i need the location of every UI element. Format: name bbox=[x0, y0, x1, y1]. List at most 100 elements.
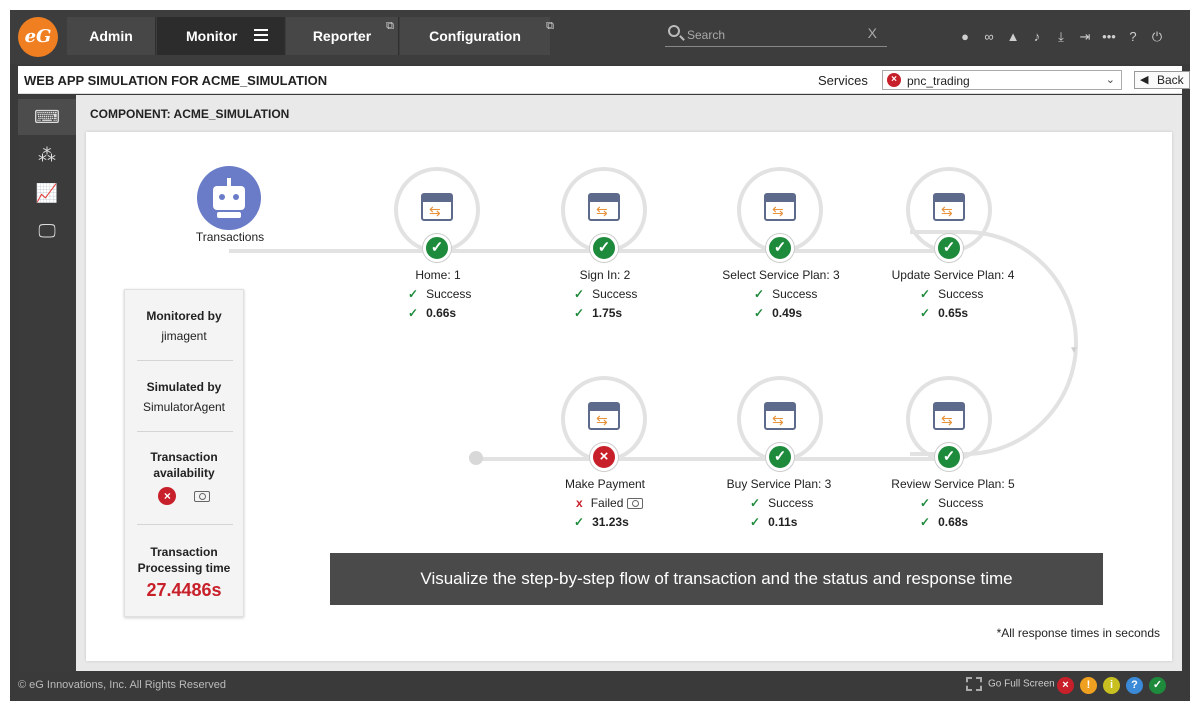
power-icon[interactable]: ⏻ bbox=[1147, 27, 1167, 47]
transaction-monitor-icon[interactable]: ⌨ bbox=[18, 99, 76, 135]
back-button-label: Back bbox=[1157, 73, 1184, 87]
step-status: ✓ Success bbox=[574, 287, 638, 301]
bell-icon[interactable]: ♪ bbox=[1027, 27, 1047, 47]
success-icon[interactable]: ✓ bbox=[935, 443, 963, 471]
help-icon[interactable]: ? bbox=[1123, 27, 1143, 47]
topology-icon[interactable]: ⁂ bbox=[18, 137, 76, 173]
transactions-label: Transactions bbox=[195, 230, 265, 244]
more-icon[interactable]: ••• bbox=[1099, 27, 1119, 47]
transaction-processing-time: Transaction Processing time 27.4486s bbox=[133, 544, 235, 600]
check-icon: ✓ bbox=[754, 306, 765, 320]
search-input[interactable] bbox=[687, 26, 857, 44]
external-link-icon: ⧉ bbox=[386, 20, 394, 32]
page-header: WEB APP SIMULATION FOR ACME_SIMULATION S… bbox=[18, 66, 1190, 94]
check-icon: ✓ bbox=[574, 515, 585, 529]
web-app-icon: ⇆ bbox=[933, 193, 965, 221]
check-icon: ✓ bbox=[574, 287, 585, 301]
chart-icon[interactable]: 📈 bbox=[18, 175, 76, 211]
sign-in-icon[interactable]: ⇥ bbox=[1075, 27, 1095, 47]
success-icon[interactable]: ✓ bbox=[590, 234, 618, 262]
step-name[interactable]: Update Service Plan: 4 bbox=[878, 268, 1028, 282]
minor-alert-icon[interactable]: i bbox=[1103, 677, 1120, 694]
tab-admin[interactable]: Admin bbox=[67, 17, 156, 55]
step-time: ✓ 0.68s bbox=[920, 515, 969, 529]
check-icon: ✓ bbox=[750, 515, 761, 529]
tab-configuration[interactable]: Configuration ⧉ bbox=[400, 17, 554, 55]
tab-reporter-label: Reporter bbox=[312, 28, 372, 44]
normal-status-icon[interactable]: ✓ bbox=[1149, 677, 1166, 694]
step-status: ✓ Success bbox=[754, 287, 818, 301]
step-name[interactable]: Sign In: 2 bbox=[530, 268, 680, 282]
check-icon: ✓ bbox=[920, 287, 931, 301]
step-status: ✓ Success bbox=[920, 287, 984, 301]
footnote: *All response times in seconds bbox=[996, 626, 1160, 640]
services-select[interactable]: × pnc_trading ⌄ bbox=[882, 70, 1122, 90]
web-app-icon: ⇆ bbox=[588, 193, 620, 221]
check-icon: ✓ bbox=[920, 306, 931, 320]
monitor-screen-icon[interactable]: 🖵 bbox=[18, 213, 76, 249]
critical-alert-icon[interactable]: × bbox=[1057, 677, 1074, 694]
success-icon[interactable]: ✓ bbox=[766, 234, 794, 262]
tab-reporter[interactable]: Reporter ⧉ bbox=[286, 17, 399, 55]
check-icon: ✓ bbox=[754, 287, 765, 301]
back-button[interactable]: ◀ Back bbox=[1134, 71, 1190, 89]
footer-bar: © eG Innovations, Inc. All Rights Reserv… bbox=[10, 671, 1190, 701]
step-time: ✓ 0.49s bbox=[754, 306, 803, 320]
component-label: COMPONENT: ACME_SIMULATION bbox=[90, 107, 290, 121]
web-app-icon: ⇆ bbox=[764, 402, 796, 430]
selected-service: pnc_trading bbox=[907, 74, 970, 88]
search-box: X bbox=[665, 23, 887, 47]
tab-monitor-label: Monitor bbox=[186, 28, 238, 44]
service-error-icon: × bbox=[887, 73, 901, 87]
unknown-alert-icon[interactable]: ? bbox=[1126, 677, 1143, 694]
alert-triangle-icon[interactable]: ▲ bbox=[1003, 27, 1023, 47]
top-navigation-bar: eG Admin Monitor Reporter ⧉ Configuratio… bbox=[10, 10, 1190, 64]
tab-admin-label: Admin bbox=[89, 28, 133, 44]
step-time: ✓ 1.75s bbox=[574, 306, 623, 320]
download-icon[interactable]: ⤓ bbox=[1051, 27, 1071, 47]
step-name[interactable]: Make Payment bbox=[530, 477, 680, 491]
web-app-icon: ⇆ bbox=[933, 402, 965, 430]
success-icon[interactable]: ✓ bbox=[423, 234, 451, 262]
web-app-icon: ⇆ bbox=[421, 193, 453, 221]
step-name[interactable]: Review Service Plan: 5 bbox=[878, 477, 1028, 491]
step-name[interactable]: Buy Service Plan: 3 bbox=[704, 477, 854, 491]
step-name[interactable]: Select Service Plan: 3 bbox=[706, 268, 856, 282]
caption-banner: Visualize the step-by-step flow of trans… bbox=[330, 553, 1103, 605]
processing-time-value: 27.4486s bbox=[146, 580, 222, 600]
step-time: ✓ 0.66s bbox=[408, 306, 457, 320]
flow-arrow-icon: ▼ bbox=[1069, 345, 1079, 356]
user-icon[interactable]: ● bbox=[955, 27, 975, 47]
camera-icon[interactable] bbox=[193, 490, 210, 502]
step-name[interactable]: Home: 1 bbox=[363, 268, 513, 282]
step-time: ✓ 0.65s bbox=[920, 306, 969, 320]
step-time: ✓ 0.11s bbox=[750, 515, 798, 529]
success-icon[interactable]: ✓ bbox=[935, 234, 963, 262]
simulated-by: Simulated by SimulatorAgent bbox=[142, 380, 226, 414]
step-time: ✓ 31.23s bbox=[574, 515, 629, 529]
eg-logo[interactable]: eG bbox=[18, 17, 58, 57]
hamburger-menu-icon[interactable] bbox=[254, 29, 268, 41]
step-status: ✓ Success bbox=[408, 287, 472, 301]
failure-icon: × bbox=[158, 487, 177, 505]
failure-icon[interactable]: × bbox=[590, 443, 618, 471]
fullscreen-icon bbox=[966, 677, 982, 691]
tab-monitor[interactable]: Monitor bbox=[157, 17, 285, 55]
clear-search-icon[interactable]: X bbox=[868, 25, 877, 41]
web-app-icon: ⇆ bbox=[764, 193, 796, 221]
app-window: eG Admin Monitor Reporter ⧉ Configuratio… bbox=[10, 10, 1190, 701]
camera-icon[interactable] bbox=[627, 498, 644, 510]
check-icon: ✓ bbox=[750, 496, 761, 510]
web-app-icon: ⇆ bbox=[588, 402, 620, 430]
check-icon: ✓ bbox=[408, 287, 419, 301]
main-content: COMPONENT: ACME_SIMULATION ▼ Transaction… bbox=[76, 95, 1182, 671]
check-icon: ✓ bbox=[408, 306, 419, 320]
major-alert-icon[interactable]: ! bbox=[1080, 677, 1097, 694]
flow-line-bottom bbox=[475, 457, 951, 461]
search-icon bbox=[668, 25, 680, 37]
step-status: ✓ Success bbox=[920, 496, 984, 510]
full-screen-button[interactable]: Go Full Screen bbox=[966, 677, 1055, 691]
monitored-by: Monitored by jimagent bbox=[146, 309, 222, 343]
link-icon[interactable]: ∞ bbox=[979, 27, 999, 47]
success-icon[interactable]: ✓ bbox=[766, 443, 794, 471]
